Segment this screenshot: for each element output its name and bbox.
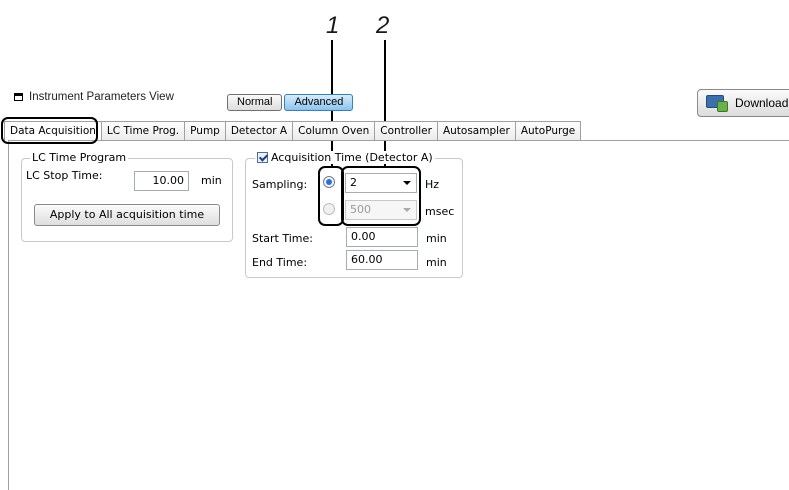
advanced-mode-button[interactable]: Advanced xyxy=(284,94,354,111)
lc-stop-time-unit: min xyxy=(201,174,222,187)
sampling-hz-unit: Hz xyxy=(425,178,440,191)
download-label: Download xyxy=(735,96,789,110)
acquisition-time-header: Acquisition Time (Detector A) xyxy=(255,151,435,164)
sampling-msec-select[interactable]: 500 xyxy=(345,200,417,220)
end-time-label: End Time: xyxy=(252,256,308,269)
lc-time-program-title: LC Time Program xyxy=(30,151,129,164)
start-time-label: Start Time: xyxy=(252,232,313,245)
sampling-hz-select[interactable]: 2 xyxy=(345,173,417,193)
callout-number-1: 1 xyxy=(326,12,340,39)
download-button[interactable]: Download xyxy=(697,89,789,117)
sampling-hz-radio[interactable] xyxy=(323,176,335,188)
start-time-unit: min xyxy=(426,232,447,245)
acquisition-time-title: Acquisition Time (Detector A) xyxy=(271,151,433,164)
sampling-msec-value: 500 xyxy=(350,203,371,216)
tab-data-acquisition[interactable]: Data Acquisition xyxy=(4,121,102,141)
sampling-msec-radio[interactable] xyxy=(323,203,335,215)
apply-all-acquisition-button[interactable]: Apply to All acquisition time xyxy=(34,204,220,226)
end-time-input[interactable]: 60.00 xyxy=(346,250,418,270)
lc-stop-time-input[interactable]: 10.00 xyxy=(134,171,189,191)
acquisition-time-checkbox[interactable] xyxy=(257,152,268,163)
tab-autosampler[interactable]: Autosampler xyxy=(436,121,516,140)
tab-column-oven[interactable]: Column Oven xyxy=(292,121,376,140)
instrument-parameters-label: Instrument Parameters View xyxy=(29,91,174,103)
lc-stop-time-label: LC Stop Time: xyxy=(26,169,103,182)
parameter-tabs: Data Acquisition LC Time Prog. Pump Dete… xyxy=(4,121,582,141)
tab-autopurge[interactable]: AutoPurge xyxy=(514,121,582,140)
view-mode-toggle: Normal Advanced xyxy=(227,94,354,111)
instrument-parameters-title: Instrument Parameters View xyxy=(14,91,174,103)
normal-mode-button[interactable]: Normal xyxy=(227,94,283,111)
start-time-input[interactable]: 0.00 xyxy=(346,227,418,247)
end-time-unit: min xyxy=(426,256,447,269)
sampling-label: Sampling: xyxy=(252,178,308,191)
chevron-down-icon xyxy=(403,181,411,185)
sampling-hz-value: 2 xyxy=(350,176,357,189)
download-icon xyxy=(706,94,728,112)
window-icon xyxy=(14,93,23,101)
tab-pump[interactable]: Pump xyxy=(184,121,226,140)
callout-number-2: 2 xyxy=(376,12,390,39)
tab-controller[interactable]: Controller xyxy=(374,121,438,140)
chevron-down-icon xyxy=(403,208,411,212)
sampling-msec-unit: msec xyxy=(425,205,455,218)
tab-lc-time-prog[interactable]: LC Time Prog. xyxy=(100,121,186,140)
tab-detector-a[interactable]: Detector A xyxy=(224,121,294,140)
